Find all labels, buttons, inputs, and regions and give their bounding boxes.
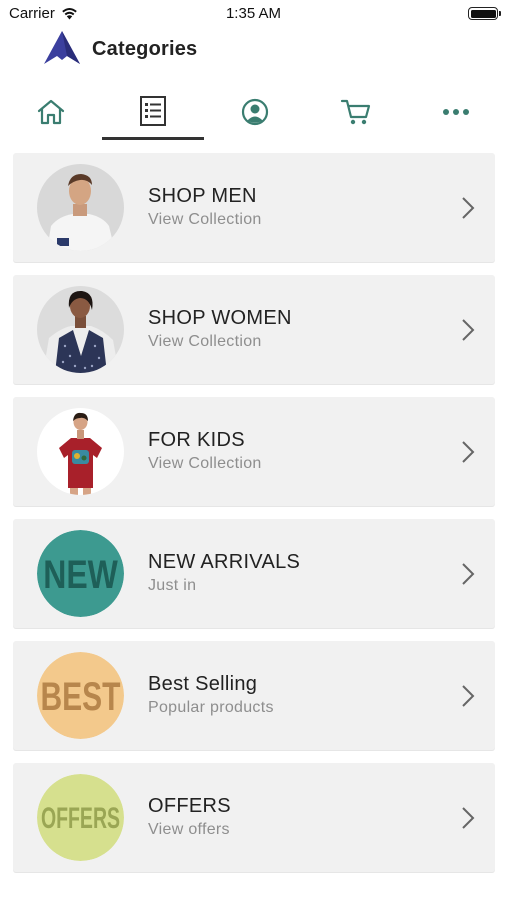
status-bar: Carrier 1:35 AM <box>0 0 507 28</box>
chevron-right-icon <box>462 563 475 585</box>
status-time: 1:35 AM <box>225 5 282 22</box>
category-list: SHOP MEN View Collection SHOP WOMEN View… <box>13 153 495 885</box>
tab-account[interactable] <box>204 84 306 140</box>
chevron-right-icon <box>462 441 475 463</box>
badge-text: BEST <box>41 675 121 719</box>
chevron-right-icon <box>462 197 475 219</box>
nav-tabs <box>0 84 507 142</box>
account-icon <box>241 98 269 126</box>
men-category-image <box>37 164 124 251</box>
chevron-right-icon <box>462 807 475 829</box>
category-card-new-arrivals[interactable]: NEW NEW ARRIVALS Just in <box>13 519 495 628</box>
app-header: Categories <box>0 30 507 70</box>
home-icon <box>37 99 65 125</box>
category-card-shop-women[interactable]: SHOP WOMEN View Collection <box>13 275 495 384</box>
category-title: Best Selling <box>148 673 258 695</box>
women-category-image <box>37 286 124 373</box>
category-title: OFFERS <box>148 795 231 817</box>
chevron-right-icon <box>462 685 475 707</box>
battery-icon <box>468 7 501 20</box>
tab-home[interactable] <box>0 84 102 140</box>
category-title: NEW ARRIVALS <box>148 551 301 573</box>
tab-more[interactable] <box>405 84 507 140</box>
chevron-right-icon <box>462 319 475 341</box>
category-subtitle: View Collection <box>148 455 262 472</box>
category-subtitle: Just in <box>148 577 197 594</box>
new-badge-image: NEW <box>37 530 124 617</box>
category-title: FOR KIDS <box>148 429 245 451</box>
badge-text: NEW <box>43 552 118 597</box>
tab-cart[interactable] <box>305 84 407 140</box>
category-subtitle: View offers <box>148 821 230 838</box>
badge-text: OFFERS <box>41 802 120 835</box>
category-title: SHOP WOMEN <box>148 307 292 329</box>
category-subtitle: View Collection <box>148 333 262 350</box>
page-title: Categories <box>92 38 198 60</box>
more-icon <box>443 109 469 115</box>
app-logo <box>44 31 80 64</box>
category-subtitle: Popular products <box>148 699 274 716</box>
category-card-for-kids[interactable]: FOR KIDS View Collection <box>13 397 495 506</box>
category-subtitle: View Collection <box>148 211 262 228</box>
category-card-best-selling[interactable]: BEST Best Selling Popular products <box>13 641 495 750</box>
category-card-offers[interactable]: OFFERS OFFERS View offers <box>13 763 495 872</box>
kids-category-image <box>37 408 124 495</box>
cart-icon <box>340 99 371 125</box>
category-title: SHOP MEN <box>148 185 257 207</box>
tab-categories[interactable] <box>102 84 204 140</box>
best-badge-image: BEST <box>37 652 124 739</box>
list-icon <box>140 95 166 126</box>
offers-badge-image: OFFERS <box>37 774 124 861</box>
category-card-shop-men[interactable]: SHOP MEN View Collection <box>13 153 495 262</box>
